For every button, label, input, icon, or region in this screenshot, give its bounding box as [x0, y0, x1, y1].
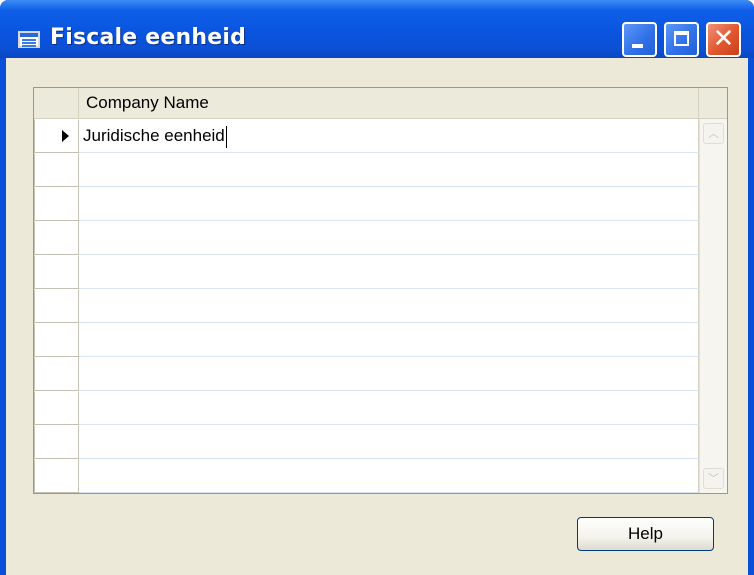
scroll-down-button[interactable]: ﹀ — [703, 468, 724, 489]
minimize-icon — [632, 44, 643, 48]
window-title: Fiscale eenheid — [50, 25, 247, 50]
grid-rows: Juridische eenheid ⬆ — [34, 119, 727, 493]
row-selector[interactable] — [34, 153, 79, 187]
close-button[interactable]: ✕ — [706, 22, 741, 57]
header-selector-cell[interactable] — [34, 88, 79, 118]
title-bar[interactable]: Fiscale eenheid ✕ — [0, 0, 754, 58]
company-name-cell[interactable] — [79, 221, 699, 255]
vertical-scrollbar[interactable]: ︿ ﹀ — [699, 119, 727, 493]
company-name-cell[interactable] — [79, 425, 699, 459]
table-row[interactable] — [34, 289, 699, 323]
row-selector[interactable] — [34, 323, 79, 357]
table-row[interactable] — [34, 153, 699, 187]
row-selector[interactable] — [34, 221, 79, 255]
company-name-cell[interactable] — [79, 357, 699, 391]
company-name-cell[interactable] — [79, 255, 699, 289]
grid-header: Company Name — [34, 88, 727, 119]
row-selector[interactable] — [34, 289, 79, 323]
window-client-area: Company Name Juridische eenheid ⬆ — [6, 58, 748, 575]
maximize-button[interactable] — [664, 22, 699, 57]
row-selector[interactable] — [34, 255, 79, 289]
row-selector[interactable] — [34, 425, 79, 459]
company-name-cell[interactable] — [79, 459, 699, 493]
company-grid: Company Name Juridische eenheid ⬆ — [33, 87, 728, 494]
table-row[interactable] — [34, 255, 699, 289]
text-caret — [225, 125, 227, 148]
company-name-cell[interactable] — [79, 153, 699, 187]
table-row[interactable]: Juridische eenheid ⬆ — [34, 119, 727, 153]
company-name-value: Juridische eenheid — [83, 126, 225, 145]
company-name-cell[interactable] — [79, 187, 699, 221]
scroll-up-icon: ︿ — [708, 127, 719, 140]
table-row[interactable] — [34, 221, 699, 255]
app-window: Fiscale eenheid ✕ Company Name Juridisch… — [0, 0, 754, 575]
row-selector[interactable] — [34, 459, 79, 493]
company-name-cell[interactable] — [79, 391, 699, 425]
row-selector[interactable] — [34, 119, 79, 153]
scroll-down-icon: ﹀ — [708, 472, 719, 485]
company-name-cell[interactable] — [79, 323, 699, 357]
current-row-indicator-icon — [62, 130, 69, 142]
row-selector[interactable] — [34, 357, 79, 391]
table-row[interactable] — [34, 425, 699, 459]
close-icon: ✕ — [712, 24, 735, 54]
table-row[interactable] — [34, 357, 699, 391]
column-header-company-name[interactable]: Company Name — [79, 88, 699, 118]
row-selector[interactable] — [34, 391, 79, 425]
form-icon[interactable] — [18, 31, 40, 48]
table-row[interactable] — [34, 391, 699, 425]
company-name-cell[interactable]: Juridische eenheid ⬆ — [79, 119, 727, 153]
help-button[interactable]: Help — [577, 517, 714, 551]
company-name-cell[interactable] — [79, 289, 699, 323]
table-row[interactable] — [34, 323, 699, 357]
row-selector[interactable] — [34, 187, 79, 221]
table-row[interactable] — [34, 187, 699, 221]
table-row[interactable] — [34, 459, 699, 493]
minimize-button[interactable] — [622, 22, 657, 57]
header-end-cell — [699, 88, 727, 118]
scroll-up-button[interactable]: ︿ — [703, 123, 724, 144]
maximize-icon — [674, 31, 689, 46]
